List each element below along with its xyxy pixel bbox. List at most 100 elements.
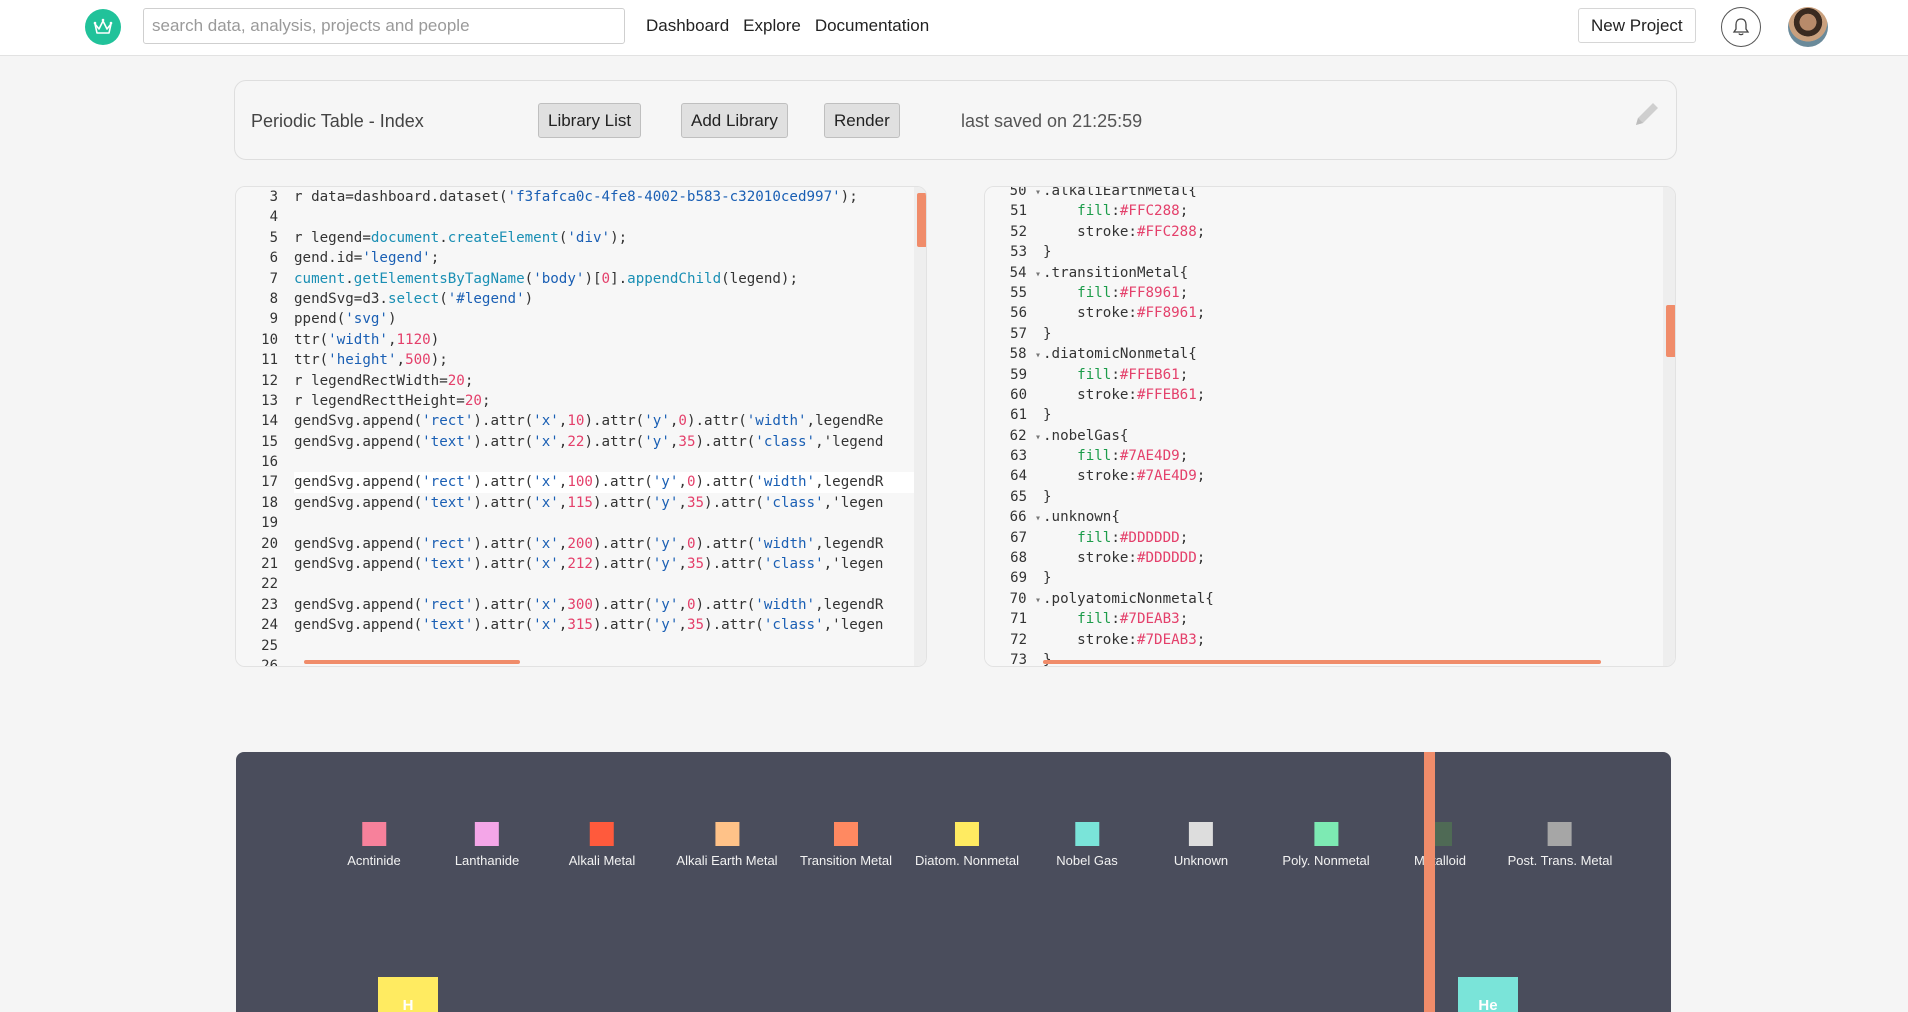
- legend-swatch: [1074, 822, 1099, 846]
- js-line-number: 17: [261, 474, 278, 491]
- css-editor-code[interactable]: .alkaliEarthMetal{ fill:#FFC288; stroke:…: [1043, 186, 1675, 666]
- js-line-number: 19: [261, 515, 278, 532]
- js-line-number: 22: [261, 576, 278, 593]
- legend-swatch: [361, 822, 386, 846]
- js-line-number: 24: [261, 617, 278, 634]
- nav-link-dashboard[interactable]: Dashboard: [646, 16, 729, 36]
- css-line-number: 67: [1010, 529, 1027, 546]
- render-panel-scrollbar[interactable]: [1424, 752, 1435, 1012]
- js-editor-horizontal-scrollbar[interactable]: [304, 660, 520, 664]
- crown-logo-icon: [93, 18, 113, 34]
- nav-links: Dashboard Explore Documentation: [646, 16, 929, 36]
- notifications-button[interactable]: [1721, 7, 1761, 47]
- legend-label: Transition Metal: [800, 853, 892, 868]
- legend-item: Diatom. Nonmetal: [915, 822, 1019, 868]
- css-line-number: 64: [1010, 468, 1027, 485]
- css-code-line: .alkaliEarthMetal{: [1043, 186, 1197, 199]
- js-line-number: 14: [261, 413, 278, 430]
- js-editor-gutter: 3 4 5 6 7 8 9 10 11 12 13 14 15 16 17 18 19 20 21 22 23 24 25 2…: [236, 187, 294, 666]
- css-code-line: stroke:#DDDDDD;: [1043, 550, 1206, 567]
- js-code-line: r legend=document.createElement('div');: [294, 229, 628, 246]
- js-line-number: 20: [261, 535, 278, 552]
- render-button[interactable]: Render: [824, 103, 900, 138]
- legend-label: Acntinide: [347, 853, 401, 868]
- logo[interactable]: [85, 9, 121, 45]
- js-code-editor[interactable]: 3 4 5 6 7 8 9 10 11 12 13 14 15 16 17 18 19 20 21 22 23 24 25 2…: [235, 186, 927, 667]
- new-project-button[interactable]: New Project: [1578, 8, 1696, 43]
- project-toolbar: Periodic Table - Index Library List Add …: [234, 80, 1677, 160]
- js-code-line: [294, 636, 926, 656]
- legend-swatch: [1547, 822, 1572, 846]
- css-code-line: .polyatomicNonmetal{: [1043, 590, 1214, 607]
- css-line-number: 55: [1010, 284, 1027, 301]
- js-code-line: r legendRectWidth=20;: [294, 372, 474, 389]
- css-line-number: 53: [1010, 244, 1027, 261]
- legend-label: Poly. Nonmetal: [1282, 853, 1370, 868]
- library-list-button[interactable]: Library List: [538, 103, 642, 138]
- legend-label: Alkali Metal: [568, 853, 636, 868]
- js-line-number: 26: [261, 657, 278, 667]
- nav-link-explore[interactable]: Explore: [743, 16, 801, 36]
- css-code-line: }: [1043, 488, 1052, 505]
- css-code-line: fill:#FFEB61;: [1077, 366, 1189, 383]
- legend-swatch: [954, 822, 979, 846]
- css-line-number: 54 ▾: [1009, 264, 1041, 281]
- css-code-line: }: [1043, 407, 1052, 424]
- js-editor-vertical-scrollbar[interactable]: [917, 193, 926, 247]
- js-line-number: 16: [261, 454, 278, 471]
- js-code-line: [294, 513, 926, 533]
- js-line-number: 6: [269, 250, 278, 267]
- js-code-line: [294, 574, 926, 594]
- css-line-number: 63: [1010, 448, 1027, 465]
- css-editor-horizontal-scrollbar[interactable]: [1043, 660, 1601, 664]
- legend-label: Alkali Earth Metal: [676, 853, 778, 868]
- js-code-line: [294, 452, 926, 472]
- element-tile-he[interactable]: He: [1458, 977, 1518, 1012]
- js-editor-code[interactable]: r data=dashboard.dataset('f3fafca0c-4fe8…: [294, 187, 926, 666]
- css-line-number: 58 ▾: [1009, 346, 1041, 363]
- css-editor-gutter: 50 ▾ 51 52 53 54 ▾ 55 56 57 58 ▾ 59 60 61 62 ▾ 63 64 65…: [985, 187, 1043, 666]
- js-code-line: ttr('width',1120): [294, 331, 440, 348]
- css-line-number: 69: [1010, 570, 1027, 587]
- user-avatar[interactable]: [1788, 7, 1828, 47]
- legend-label: Metalloid: [1413, 853, 1467, 868]
- element-tile-h[interactable]: H: [378, 977, 438, 1012]
- js-line-number: 4: [269, 209, 278, 226]
- legend-item: Transition Metal: [800, 822, 892, 868]
- js-line-number: 15: [261, 433, 278, 450]
- css-line-number: 66 ▾: [1009, 509, 1041, 526]
- legend-label: Diatom. Nonmetal: [914, 853, 1020, 868]
- css-editor-vertical-scrollbar[interactable]: [1666, 305, 1675, 357]
- render-output-panel: Acntinide Lanthanide Alkali Metal Alkali Ea…: [236, 752, 1671, 1012]
- css-line-number: 59: [1010, 366, 1027, 383]
- css-editor-vertical-track: [1663, 187, 1675, 666]
- js-code-line: gendSvg.append('rect').attr('x',200).att…: [294, 535, 884, 552]
- css-code-editor[interactable]: 50 ▾ 51 52 53 54 ▾ 55 56 57 58 ▾ 59 60 61 62 ▾ 63 64 65…: [984, 186, 1676, 667]
- css-code-line: stroke:#FFEB61;: [1043, 386, 1206, 403]
- legend-item: Acntinide: [347, 822, 401, 868]
- legend-item: Lanthanide: [455, 822, 519, 868]
- css-line-number: 56: [1010, 305, 1027, 322]
- legend-swatch: [715, 822, 739, 846]
- js-code-line: r legendRecttHeight=20;: [294, 392, 491, 409]
- js-line-number: 25: [261, 637, 278, 654]
- css-code-line: .nobelGas{: [1043, 427, 1129, 444]
- js-code-line: gendSvg=d3.select('#legend'): [294, 290, 534, 307]
- css-line-number: 72: [1010, 631, 1027, 648]
- css-code-line: fill:#DDDDDD;: [1077, 529, 1189, 546]
- js-line-number: 11: [261, 352, 278, 369]
- edit-pencil-icon[interactable]: [1630, 97, 1664, 131]
- legend-item: Alkali Metal: [569, 822, 635, 868]
- nav-link-documentation[interactable]: Documentation: [815, 16, 929, 36]
- css-line-number: 70 ▾: [1009, 590, 1041, 607]
- search-input[interactable]: [143, 8, 625, 44]
- js-line-number: 3: [269, 189, 278, 205]
- css-code-line: stroke:#FFC288;: [1043, 223, 1206, 240]
- css-code-line: fill:#7DEAB3;: [1077, 611, 1189, 628]
- js-code-line: gend.id='legend';: [294, 250, 440, 267]
- add-library-button[interactable]: Add Library: [681, 103, 788, 138]
- js-code-line: cument.getElementsByTagName('body')[0].a…: [294, 270, 799, 287]
- js-code-line: [294, 207, 926, 227]
- js-code-line: ttr('height',500);: [294, 352, 448, 369]
- css-code-line: fill:#7AE4D9;: [1077, 448, 1189, 465]
